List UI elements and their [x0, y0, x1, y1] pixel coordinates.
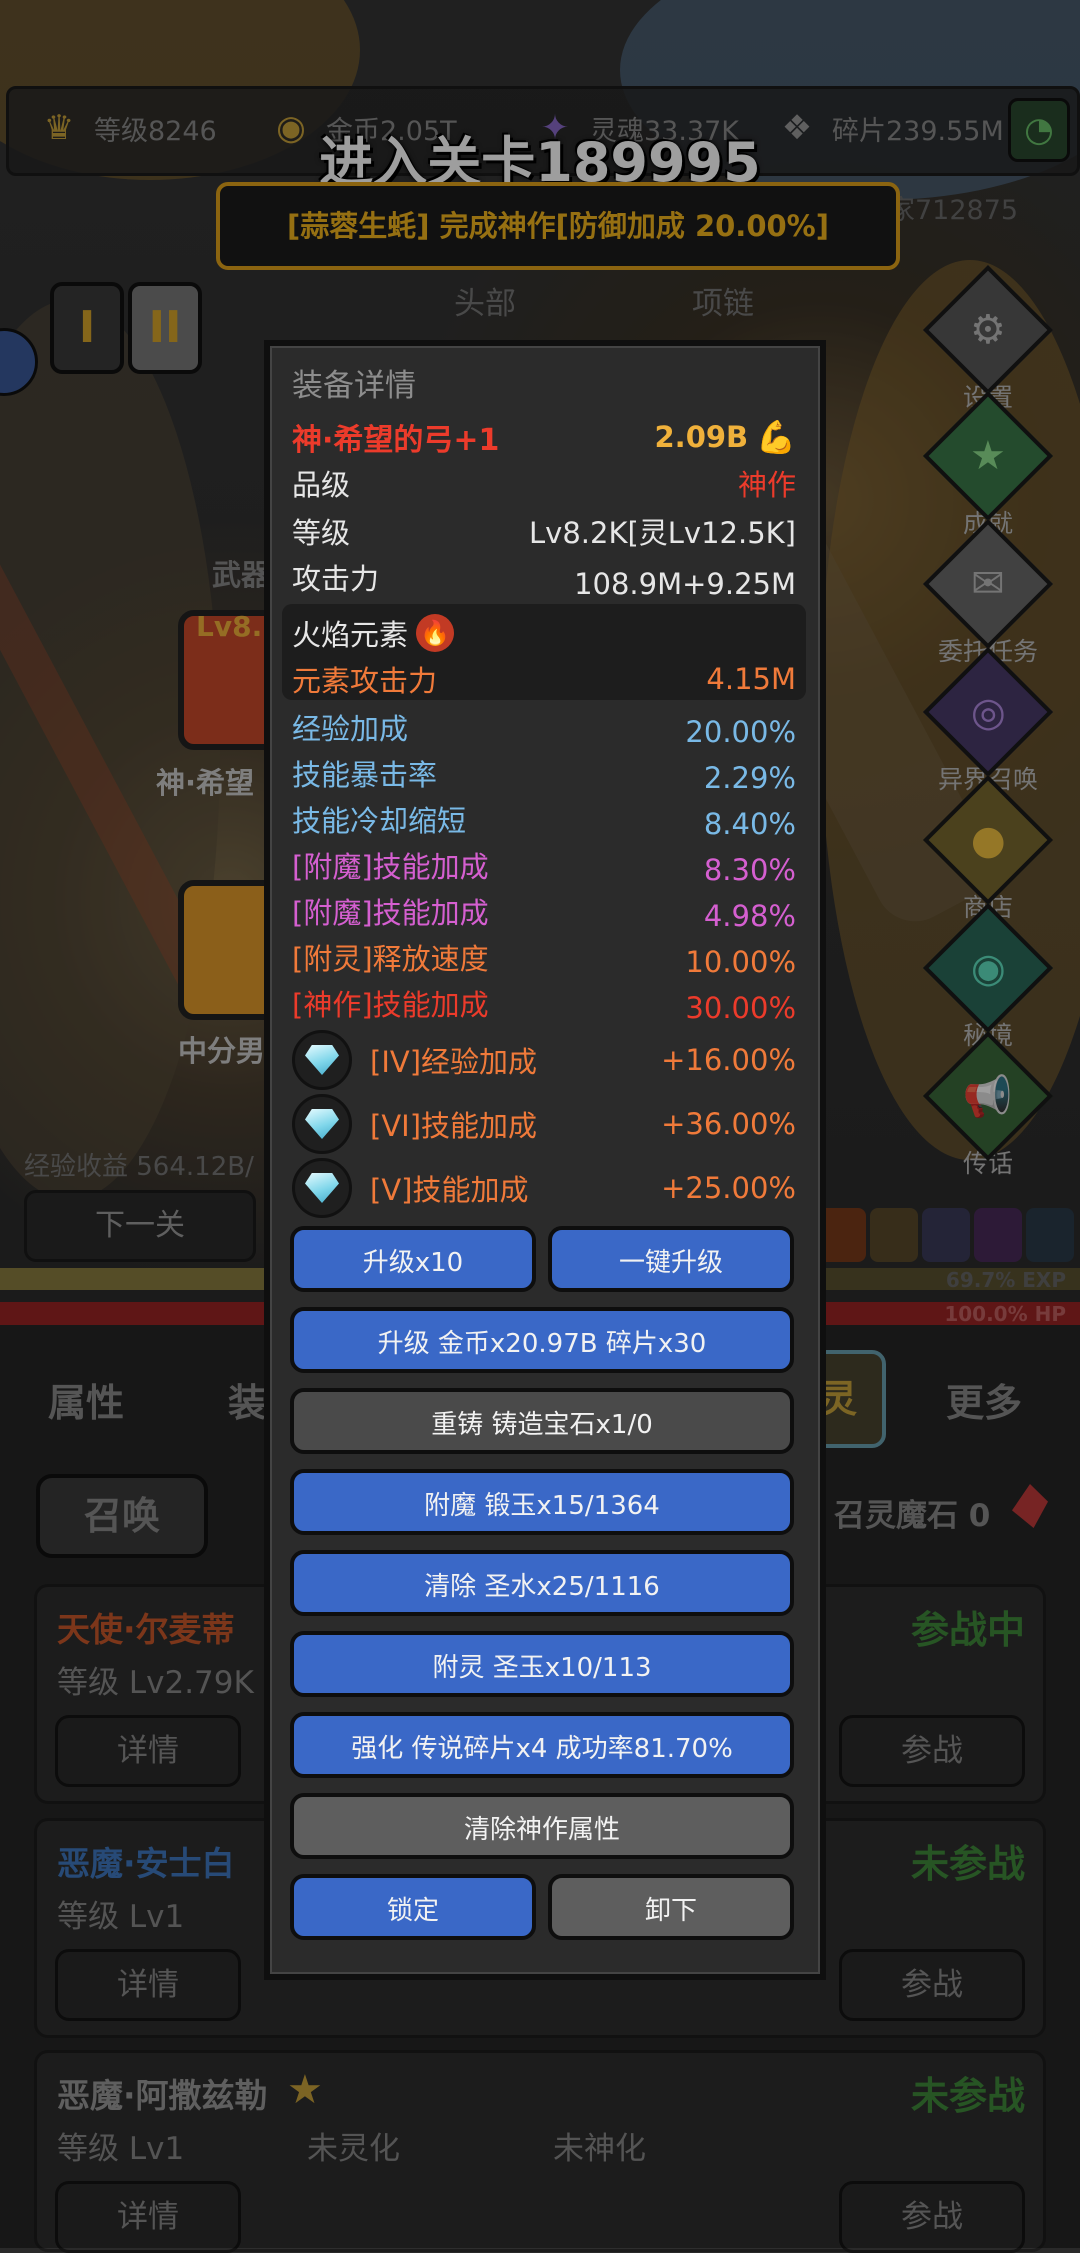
- one-key-upgrade-button[interactable]: 一键升级: [548, 1226, 794, 1292]
- stat-value: 2.29%: [703, 761, 796, 795]
- gem-row: [V]技能加成 +25.00%: [292, 1158, 796, 1218]
- diamond-icon: [292, 1094, 352, 1154]
- gem-value: +36.00%: [661, 1107, 796, 1141]
- item-name: 神·希望的弓+1: [292, 423, 500, 458]
- gem-label: [VI]技能加成: [370, 1109, 538, 1143]
- stat-label: [附魔]技能加成: [292, 896, 489, 930]
- lock-button[interactable]: 锁定: [290, 1874, 536, 1940]
- grade-label: 品级: [292, 468, 351, 502]
- grade-row: 品级 神作: [292, 460, 796, 506]
- gem-value: +16.00%: [661, 1043, 796, 1077]
- stat-label: 技能暴击率: [292, 758, 438, 792]
- element-attack-label: 元素攻击力: [292, 664, 438, 698]
- stat-value: 8.40%: [703, 807, 796, 841]
- panel-title: 装备详情: [292, 368, 416, 404]
- stat-row: [神作]技能加成 30.00%: [292, 980, 796, 1026]
- stat-label: 经验加成: [292, 712, 409, 746]
- diamond-icon: [292, 1158, 352, 1218]
- diamond-icon: [292, 1030, 352, 1090]
- stat-row: 技能冷却缩短 8.40%: [292, 796, 796, 842]
- attack-value: 108.9M+9.25M: [574, 567, 796, 601]
- stat-value: 10.00%: [685, 945, 796, 979]
- stat-value: 20.00%: [685, 715, 796, 749]
- unequip-button[interactable]: 卸下: [548, 1874, 794, 1940]
- element-label: 火焰元素: [292, 618, 409, 652]
- level-label: 等级: [292, 516, 351, 550]
- gem-row: [VI]技能加成 +36.00%: [292, 1094, 796, 1154]
- stat-value: 8.30%: [703, 853, 796, 887]
- gem-label: [V]技能加成: [370, 1173, 529, 1207]
- flexed-arm-icon: 💪: [756, 418, 796, 456]
- gem-row: [IV]经验加成 +16.00%: [292, 1030, 796, 1090]
- attack-row: 攻击力 108.9M+9.25M: [292, 554, 796, 601]
- clear-divine-button[interactable]: 清除神作属性: [290, 1793, 794, 1859]
- stat-row: [附魔]技能加成 8.30%: [292, 842, 796, 888]
- item-header: 神·希望的弓+1 2.09B 💪: [292, 414, 796, 460]
- stat-row: [附魔]技能加成 4.98%: [292, 888, 796, 934]
- stat-row: [附灵]释放速度 10.00%: [292, 934, 796, 980]
- clear-button[interactable]: 清除 圣水x25/1116: [290, 1550, 794, 1616]
- reforge-button[interactable]: 重铸 铸造宝石x1/0: [290, 1388, 794, 1454]
- strengthen-button[interactable]: 强化 传说碎片x4 成功率81.70%: [290, 1712, 794, 1778]
- stat-label: 技能冷却缩短: [292, 804, 467, 838]
- stat-label: [附魔]技能加成: [292, 850, 489, 884]
- upgrade-x10-button[interactable]: 升级x10: [290, 1226, 536, 1292]
- stat-value: 30.00%: [685, 991, 796, 1025]
- grade-value: 神作: [737, 468, 796, 502]
- item-power: 2.09B: [654, 420, 749, 454]
- stat-value: 4.98%: [703, 899, 796, 933]
- element-attack-row: 元素攻击力 4.15M: [292, 656, 796, 702]
- attack-label: 攻击力: [292, 562, 380, 596]
- gem-label: [IV]经验加成: [370, 1045, 538, 1079]
- element-attack-value: 4.15M: [706, 662, 796, 696]
- fire-icon: 🔥: [416, 614, 455, 652]
- enchant-button[interactable]: 附魔 锻玉x15/1364: [290, 1469, 794, 1535]
- element-row: 火焰元素 🔥: [292, 610, 796, 656]
- gem-value: +25.00%: [661, 1171, 796, 1205]
- upgrade-cost-button[interactable]: 升级 金币x20.97B 碎片x30: [290, 1307, 794, 1373]
- spirit-attach-button[interactable]: 附灵 圣玉x10/113: [290, 1631, 794, 1697]
- stat-row: 技能暴击率 2.29%: [292, 750, 796, 796]
- level-row: 等级 Lv8.2K[灵Lv12.5K]: [292, 508, 796, 554]
- stat-row: 经验加成 20.00%: [292, 704, 796, 750]
- stat-label: [附灵]释放速度: [292, 942, 489, 976]
- equipment-detail-panel: 装备详情 神·希望的弓+1 2.09B 💪 品级 神作 等级 Lv8.2K[灵L…: [264, 340, 826, 1980]
- level-value: Lv8.2K[灵Lv12.5K]: [529, 516, 796, 550]
- stat-label: [神作]技能加成: [292, 988, 489, 1022]
